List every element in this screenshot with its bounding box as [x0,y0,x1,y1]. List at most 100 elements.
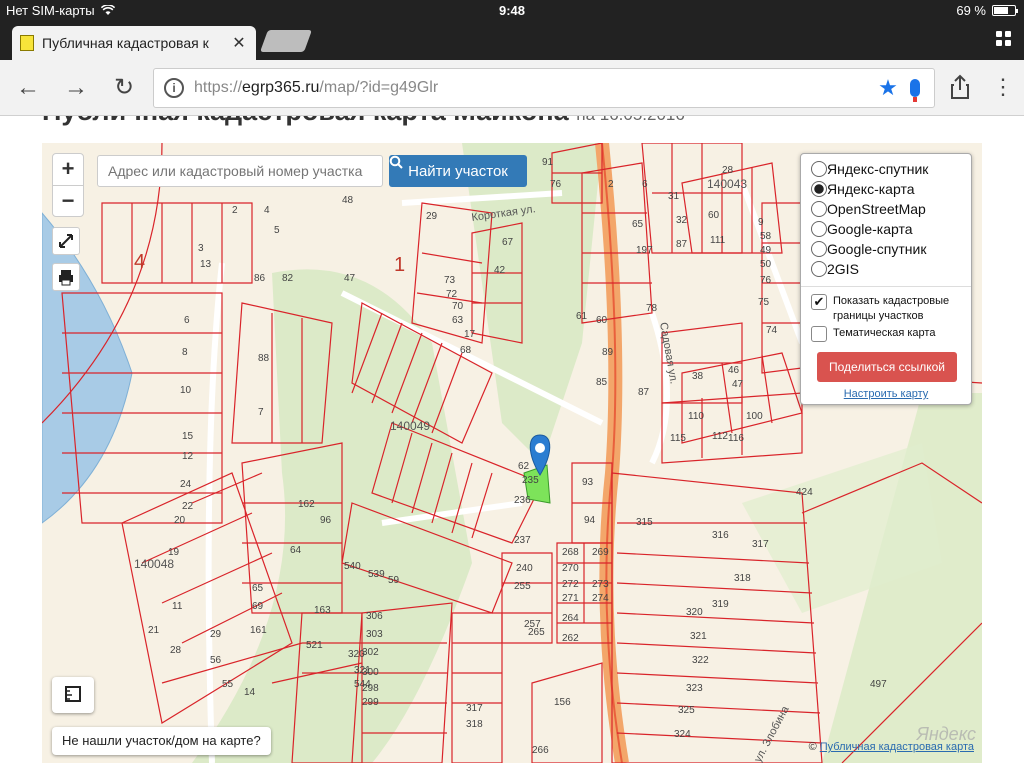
parcel-number-label: 269 [592,547,609,558]
layer-option-yandex-satellite[interactable]: Яндекс-спутник [811,161,928,177]
new-tab-button[interactable] [259,30,313,52]
parcel-number-label: 19 [168,547,180,558]
forward-icon[interactable]: → [62,74,90,102]
parcel-number-label: 321 [354,665,371,676]
fullscreen-button[interactable] [52,227,80,255]
info-icon[interactable]: i [164,78,184,98]
parcel-number-label: 87 [638,387,650,398]
parcel-number-label: 272 [562,579,579,590]
zoom-out-button[interactable]: − [53,185,83,216]
parcel-number-label: 15 [182,431,194,442]
parcel-number-label: 266 [532,745,549,756]
parcel-number-label: 237 [514,535,531,546]
parcel-number-label: 17 [464,329,476,340]
layer-option-label: Google-карта [827,221,913,237]
layer-option-yandex-map[interactable]: Яндекс-карта [811,181,914,197]
back-icon[interactable]: ← [14,74,42,102]
configure-map-link[interactable]: Настроить карту [801,388,971,400]
zoom-in-button[interactable]: + [53,154,83,185]
show-borders-checkbox[interactable]: ✔ Показать кадастровые границы участков [811,294,949,324]
tab-switcher-icon[interactable] [996,31,1012,47]
parcel-number-label: 322 [692,655,709,666]
battery-fill [994,7,1008,14]
parcel-number-label: 8 [182,347,188,358]
fullscreen-icon [59,234,73,248]
layer-option-label: Google-спутник [827,241,927,257]
parcel-number-label: 56 [210,655,222,666]
parcel-number-label: 539 [368,569,385,580]
lake-shape [42,212,133,524]
url-text[interactable]: https://egrp365.ru/map/?id=g49Glr [194,79,876,97]
checkmark-icon: ✔ [811,294,827,310]
parcel-number-label: 317 [752,539,769,550]
block-label: 140048 [134,557,174,571]
parcel-number-label: 270 [562,563,579,574]
parcel-number-label: 3 [198,243,204,254]
parcel-number-label: 60 [596,315,608,326]
district-label: 1 [394,254,405,276]
layer-option-2gis[interactable]: 2GIS [811,261,859,277]
attribution-link[interactable]: Публичная кадастровая карта [820,741,974,753]
parcel-number-label: 6 [184,315,190,326]
cadastral-map[interactable]: 140043 140049 140048 4 1 Короткая ул. Са… [42,143,982,763]
parcel-number-label: 318 [466,719,483,730]
address-bar[interactable]: i https://egrp365.ru/map/?id=g49Glr ★ [153,68,935,108]
parcel-number-label: 111 [710,235,726,246]
microphone-icon[interactable] [910,79,920,102]
parcel-number-label: 10 [180,385,192,396]
parcel-number-label: 47 [344,273,356,284]
district-label: 4 [134,251,145,273]
parcel-number-label: 273 [592,579,609,590]
parcel-number-label: 93 [582,477,594,488]
url-host: egrp365.ru [242,79,320,96]
legend-button[interactable] [52,677,94,713]
parcel-number-label: 11 [172,601,183,612]
parcel-number-label: 73 [444,275,456,286]
share-icon[interactable] [948,74,972,100]
parcel-number-label: 49 [760,245,772,256]
parcel-number-label: 94 [584,515,596,526]
parcel-number-label: 38 [692,371,704,382]
parcel-number-label: 76 [760,275,772,286]
layer-option-google-satellite[interactable]: Google-спутник [811,241,926,257]
parcel-number-label: 7 [258,407,264,418]
parcel-number-label: 110 [688,411,704,422]
url-scheme: https:// [194,79,243,96]
layer-option-openstreetmap[interactable]: OpenStreetMap [811,201,926,217]
parcel-number-label: 306 [366,611,383,622]
parcel-number-label: 78 [646,303,658,314]
bookmark-star-icon[interactable]: ★ [876,75,900,101]
parcel-number-label: 2 [608,179,614,190]
thematic-map-checkbox[interactable]: Тематическая карта [811,326,935,342]
share-link-button[interactable]: Поделиться ссылкой [817,352,957,382]
parcel-number-label: 48 [342,195,354,206]
find-parcel-button[interactable]: Найти участок [389,155,527,187]
parcel-number-label: 265 [528,627,545,638]
parcel-number-label: 315 [636,517,653,528]
status-right: 69 % [956,3,1018,18]
ruler-icon [65,686,81,702]
parcel-number-label: 197 [636,245,653,256]
reload-icon[interactable]: ↻ [110,74,138,102]
parcel-number-label: 89 [602,347,614,358]
parcel-number-label: 156 [554,697,571,708]
not-found-link[interactable]: Не нашли участок/дом на карте? [52,727,271,755]
browser-toolbar: ← → ↻ i https://egrp365.ru/map/?id=g49Gl… [0,60,1024,116]
parcel-number-label: 320 [686,607,703,618]
parcel-number-label: 116 [728,433,744,444]
search-input[interactable] [97,155,383,187]
browser-tab[interactable]: Публичная кадастровая к ✕ [12,26,256,60]
parcel-number-label: 28 [170,645,182,656]
parcel-number-label: 115 [670,433,686,444]
parcel-number-label: 20 [174,515,186,526]
parcel-number-label: 317 [466,703,483,714]
parcel-number-label: 28 [722,165,734,176]
layer-option-google-map[interactable]: Google-карта [811,221,913,237]
parcel-number-label: 324 [674,729,691,740]
print-button[interactable] [52,263,80,291]
more-menu-icon[interactable]: ⋮ [992,74,1014,100]
parcel-number-label: 29 [210,629,222,640]
parcel-number-label: 262 [562,633,579,644]
layer-option-label: OpenStreetMap [827,201,926,217]
close-tab-icon[interactable]: ✕ [230,33,248,53]
